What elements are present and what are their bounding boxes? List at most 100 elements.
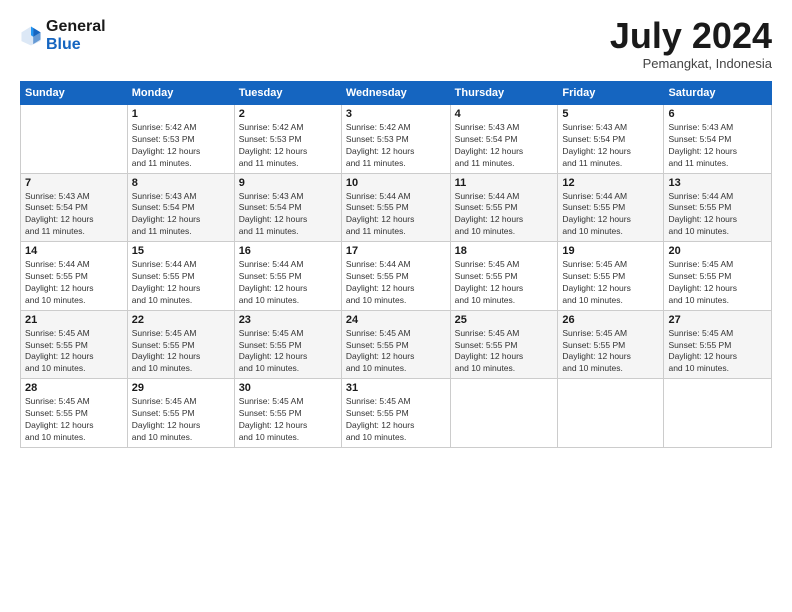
- day-info: Sunrise: 5:45 AMSunset: 5:55 PMDaylight:…: [132, 396, 230, 444]
- calendar-cell: 24Sunrise: 5:45 AMSunset: 5:55 PMDayligh…: [341, 310, 450, 379]
- calendar-cell: 10 Sunrise: 5:44 AMSunset: 5:55 PMDayligh…: [341, 173, 450, 242]
- calendar-cell: 15 Sunrise: 5:44 AMSunset: 5:55 PMDayligh…: [127, 242, 234, 311]
- calendar-cell: [21, 105, 128, 174]
- day-info: Sunrise: 5:45 AMSunset: 5:55 PMDaylight:…: [239, 328, 337, 376]
- column-header-wednesday: Wednesday: [341, 82, 450, 105]
- calendar-cell: 16 Sunrise: 5:44 AMSunset: 5:55 PMDayligh…: [234, 242, 341, 311]
- day-info: Sunrise: 5:45 AMSunset: 5:55 PMDaylight:…: [455, 328, 554, 376]
- day-number: 20: [668, 245, 767, 257]
- day-info: Sunrise: 5:43 AMSunset: 5:54 PMDaylight:…: [132, 191, 230, 239]
- calendar-cell: 20 Sunrise: 5:45 AMSunset: 5:55 PMDayligh…: [664, 242, 772, 311]
- day-number: 14: [25, 245, 123, 257]
- day-info: Sunrise: 5:44 AMSunset: 5:55 PMDaylight:…: [346, 191, 446, 239]
- header: General Blue July 2024 Pemangkat, Indone…: [20, 18, 772, 71]
- location: Pemangkat, Indonesia: [610, 56, 772, 71]
- week-row-3: 14 Sunrise: 5:44 AMSunset: 5:55 PMDayligh…: [21, 242, 772, 311]
- column-header-friday: Friday: [558, 82, 664, 105]
- day-number: 9: [239, 177, 337, 189]
- day-info: Sunrise: 5:45 AMSunset: 5:55 PMDaylight:…: [239, 396, 337, 444]
- calendar-cell: [558, 379, 664, 448]
- calendar-cell: 30 Sunrise: 5:45 AMSunset: 5:55 PMDayligh…: [234, 379, 341, 448]
- page: General Blue July 2024 Pemangkat, Indone…: [0, 0, 792, 612]
- day-info: Sunrise: 5:45 AMSunset: 5:55 PMDaylight:…: [668, 259, 767, 307]
- day-info: Sunrise: 5:43 AMSunset: 5:54 PMDaylight:…: [25, 191, 123, 239]
- day-info: Sunrise: 5:45 AMSunset: 5:55 PMDaylight:…: [455, 259, 554, 307]
- day-number: 15: [132, 245, 230, 257]
- header-row: SundayMondayTuesdayWednesdayThursdayFrid…: [21, 82, 772, 105]
- day-number: 7: [25, 177, 123, 189]
- day-number: 3: [346, 108, 446, 120]
- day-info: Sunrise: 5:45 AMSunset: 5:55 PMDaylight:…: [668, 328, 767, 376]
- calendar-cell: 12Sunrise: 5:44 AMSunset: 5:55 PMDayligh…: [558, 173, 664, 242]
- calendar-cell: 23 Sunrise: 5:45 AMSunset: 5:55 PMDayligh…: [234, 310, 341, 379]
- day-number: 31: [346, 382, 446, 394]
- calendar-table: SundayMondayTuesdayWednesdayThursdayFrid…: [20, 81, 772, 448]
- calendar-cell: 7 Sunrise: 5:43 AMSunset: 5:54 PMDaylight…: [21, 173, 128, 242]
- day-number: 29: [132, 382, 230, 394]
- day-number: 19: [562, 245, 659, 257]
- calendar-cell: 13Sunrise: 5:44 AMSunset: 5:55 PMDayligh…: [664, 173, 772, 242]
- day-info: Sunrise: 5:45 AMSunset: 5:55 PMDaylight:…: [562, 259, 659, 307]
- day-info: Sunrise: 5:45 AMSunset: 5:55 PMDaylight:…: [25, 396, 123, 444]
- day-info: Sunrise: 5:44 AMSunset: 5:55 PMDaylight:…: [132, 259, 230, 307]
- calendar-cell: [664, 379, 772, 448]
- logo-general: General: [46, 18, 106, 35]
- day-number: 6: [668, 108, 767, 120]
- column-header-sunday: Sunday: [21, 82, 128, 105]
- calendar-header: SundayMondayTuesdayWednesdayThursdayFrid…: [21, 82, 772, 105]
- calendar-cell: 22 Sunrise: 5:45 AMSunset: 5:55 PMDayligh…: [127, 310, 234, 379]
- day-info: Sunrise: 5:45 AMSunset: 5:55 PMDaylight:…: [25, 328, 123, 376]
- day-number: 24: [346, 314, 446, 326]
- day-info: Sunrise: 5:43 AMSunset: 5:54 PMDaylight:…: [239, 191, 337, 239]
- calendar-cell: 3Sunrise: 5:42 AMSunset: 5:53 PMDaylight…: [341, 105, 450, 174]
- calendar-cell: 1Sunrise: 5:42 AMSunset: 5:53 PMDaylight…: [127, 105, 234, 174]
- day-info: Sunrise: 5:45 AMSunset: 5:55 PMDaylight:…: [132, 328, 230, 376]
- calendar-cell: 28Sunrise: 5:45 AMSunset: 5:55 PMDayligh…: [21, 379, 128, 448]
- day-number: 8: [132, 177, 230, 189]
- day-info: Sunrise: 5:45 AMSunset: 5:55 PMDaylight:…: [562, 328, 659, 376]
- day-number: 4: [455, 108, 554, 120]
- day-number: 25: [455, 314, 554, 326]
- day-info: Sunrise: 5:44 AMSunset: 5:55 PMDaylight:…: [455, 191, 554, 239]
- day-number: 2: [239, 108, 337, 120]
- day-number: 22: [132, 314, 230, 326]
- column-header-saturday: Saturday: [664, 82, 772, 105]
- calendar-cell: 14Sunrise: 5:44 AMSunset: 5:55 PMDayligh…: [21, 242, 128, 311]
- day-number: 27: [668, 314, 767, 326]
- day-info: Sunrise: 5:44 AMSunset: 5:55 PMDaylight:…: [668, 191, 767, 239]
- calendar-cell: 2 Sunrise: 5:42 AMSunset: 5:53 PMDaylight…: [234, 105, 341, 174]
- day-number: 10: [346, 177, 446, 189]
- day-number: 1: [132, 108, 230, 120]
- day-number: 21: [25, 314, 123, 326]
- day-info: Sunrise: 5:43 AMSunset: 5:54 PMDaylight:…: [455, 122, 554, 170]
- calendar-cell: 27 Sunrise: 5:45 AMSunset: 5:55 PMDayligh…: [664, 310, 772, 379]
- calendar-cell: 5 Sunrise: 5:43 AMSunset: 5:54 PMDaylight…: [558, 105, 664, 174]
- day-info: Sunrise: 5:44 AMSunset: 5:55 PMDaylight:…: [239, 259, 337, 307]
- calendar-cell: [450, 379, 558, 448]
- week-row-1: 1 Sunrise: 5:42 AMSunset: 5:53 PMDaylight…: [21, 105, 772, 174]
- week-row-4: 21 Sunrise: 5:45 AMSunset: 5:55 PMDayligh…: [21, 310, 772, 379]
- logo-blue: Blue: [46, 36, 81, 53]
- logo: General Blue: [20, 18, 106, 54]
- day-info: Sunrise: 5:43 AMSunset: 5:54 PMDaylight:…: [668, 122, 767, 170]
- day-number: 11: [455, 177, 554, 189]
- calendar-cell: 4 Sunrise: 5:43 AMSunset: 5:54 PMDaylight…: [450, 105, 558, 174]
- column-header-tuesday: Tuesday: [234, 82, 341, 105]
- day-info: Sunrise: 5:42 AMSunset: 5:53 PMDaylight:…: [239, 122, 337, 170]
- day-info: Sunrise: 5:45 AMSunset: 5:55 PMDaylight:…: [346, 396, 446, 444]
- day-number: 5: [562, 108, 659, 120]
- calendar-cell: 19 Sunrise: 5:45 AMSunset: 5:55 PMDayligh…: [558, 242, 664, 311]
- calendar-cell: 26Sunrise: 5:45 AMSunset: 5:55 PMDayligh…: [558, 310, 664, 379]
- day-number: 18: [455, 245, 554, 257]
- day-info: Sunrise: 5:44 AMSunset: 5:55 PMDaylight:…: [346, 259, 446, 307]
- day-number: 30: [239, 382, 337, 394]
- month-title: July 2024: [610, 18, 772, 54]
- day-number: 23: [239, 314, 337, 326]
- day-number: 16: [239, 245, 337, 257]
- day-number: 12: [562, 177, 659, 189]
- day-number: 17: [346, 245, 446, 257]
- day-info: Sunrise: 5:43 AMSunset: 5:54 PMDaylight:…: [562, 122, 659, 170]
- calendar-body: 1 Sunrise: 5:42 AMSunset: 5:53 PMDaylight…: [21, 105, 772, 448]
- calendar-cell: 17 Sunrise: 5:44 AMSunset: 5:55 PMDayligh…: [341, 242, 450, 311]
- calendar-cell: 6 Sunrise: 5:43 AMSunset: 5:54 PMDaylight…: [664, 105, 772, 174]
